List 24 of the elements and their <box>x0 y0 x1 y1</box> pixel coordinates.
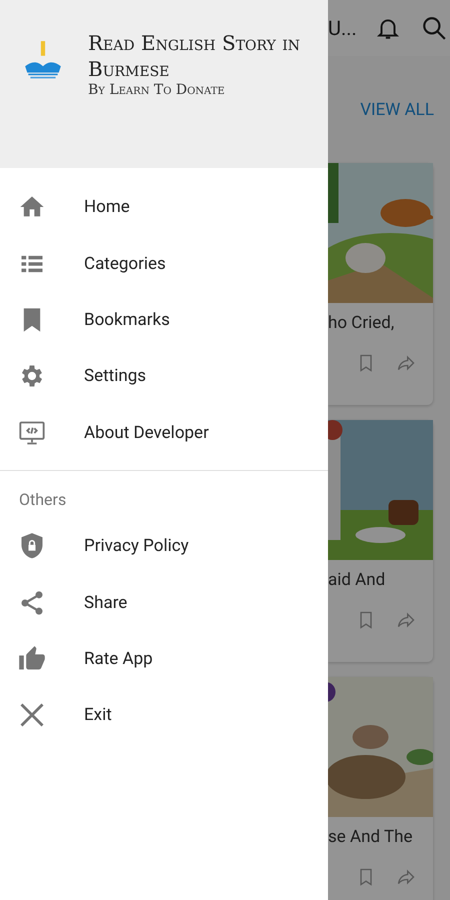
menu-item[interactable]: Categories <box>0 235 328 292</box>
story-card[interactable]: aid And <box>328 420 433 662</box>
share-arrow-icon[interactable] <box>396 610 416 630</box>
share-arrow-icon[interactable] <box>396 867 416 887</box>
story-title: ho Cried, <box>328 312 396 335</box>
story-title: aid And <box>328 569 386 592</box>
app-title: Read English Story in Burmese <box>88 30 301 82</box>
section-title: Others <box>18 488 68 509</box>
menu-item[interactable]: Exit <box>0 687 328 744</box>
menu-item[interactable]: Bookmarks <box>0 292 328 348</box>
story-card[interactable]: se And The <box>328 677 433 900</box>
share-arrow-icon[interactable] <box>396 353 416 373</box>
menu-item[interactable]: About Developer <box>0 404 328 461</box>
story-card[interactable]: ho Cried, <box>328 163 433 405</box>
monitor-icon <box>18 418 46 447</box>
toolbar-title: U... <box>328 16 357 40</box>
app-subtitle: By Learn To Donate <box>88 82 226 98</box>
menu-item[interactable]: Rate App <box>0 630 328 688</box>
menu-item[interactable]: Home <box>0 179 328 236</box>
menu-item[interactable]: Privacy Policy <box>0 518 328 574</box>
menu-item[interactable]: Settings <box>0 348 328 405</box>
story-title: se And The <box>328 826 414 849</box>
menu-item[interactable]: Share <box>0 574 328 631</box>
search-icon[interactable] <box>420 15 447 41</box>
